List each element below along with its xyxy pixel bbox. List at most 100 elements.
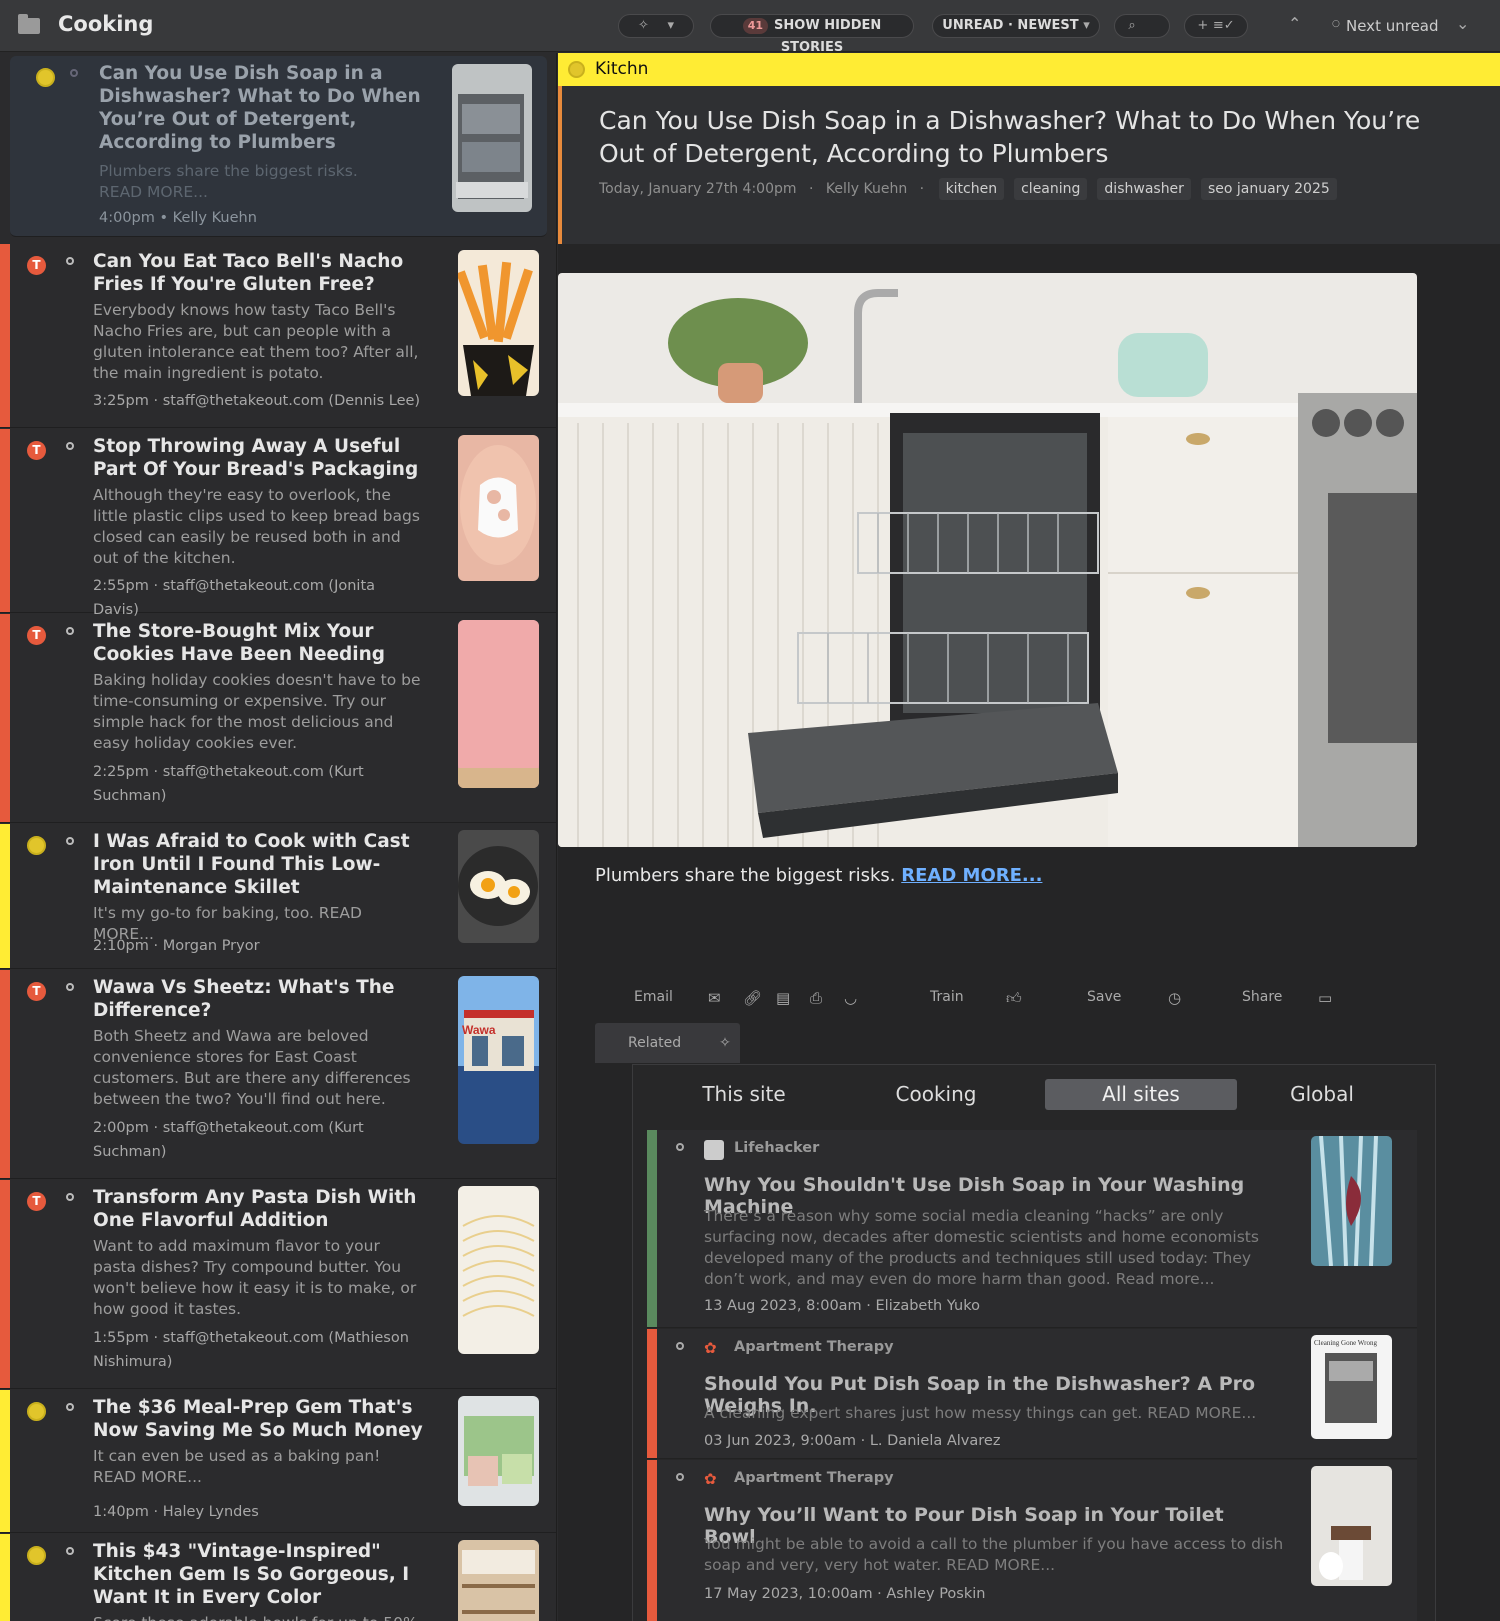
clock-icon[interactable]: ◷ (1168, 989, 1181, 1007)
takeout-icon: T (27, 256, 46, 275)
tab-this-site[interactable]: This site (669, 1079, 819, 1110)
email-label[interactable]: Email (634, 989, 673, 1005)
tag-cleaning[interactable]: cleaning (1014, 178, 1088, 200)
share-label[interactable]: Share (1242, 989, 1282, 1005)
related-meta: 03 Jun 2023, 9:00am · L. Daniela Alvarez (704, 1433, 1001, 1449)
article-date: Today, January 27th 4:00pm (599, 181, 797, 197)
unread-dot (676, 1342, 684, 1350)
story-meta: 2:10pm · Morgan Pryor (93, 938, 260, 954)
takeout-color-bar (0, 244, 10, 427)
takeout-color-bar (0, 614, 10, 822)
story-item[interactable]: T Can You Eat Taco Bell's Nacho Fries If… (0, 244, 556, 428)
story-detail-pane: Kitchn Can You Use Dish Soap in a Dishwa… (558, 53, 1500, 1621)
copy-icon[interactable]: ▤ (776, 989, 790, 1007)
related-meta: 13 Aug 2023, 8:00am · Elizabeth Yuko (704, 1298, 980, 1314)
summary-text: Plumbers share the biggest risks. (595, 865, 896, 886)
print-icon[interactable]: ⎙ (810, 989, 822, 1007)
related-source: Lifehacker (734, 1140, 820, 1156)
kitchn-icon (27, 836, 46, 855)
related-story-item[interactable]: ✿ Apartment Therapy Should You Put Dish … (647, 1329, 1417, 1459)
related-source: Apartment Therapy (734, 1470, 894, 1486)
story-thumbnail (458, 830, 539, 943)
story-item[interactable]: The $36 Meal-Prep Gem That's Now Saving … (0, 1390, 556, 1533)
story-desc: Score these adorable bowls for up to 50%… (93, 1613, 423, 1621)
order-dropdown[interactable]: UNREAD · NEWEST ▾ (932, 14, 1100, 38)
comment-icon[interactable]: ▭ (1318, 989, 1332, 1007)
apartment-therapy-icon: ✿ (704, 1470, 717, 1488)
top-toolbar: Cooking ✧ ▾ 41 SHOW HIDDEN STORIES UNREAD… (0, 0, 1500, 55)
tag-kitchen[interactable]: kitchen (938, 178, 1005, 200)
unread-dot (66, 1403, 74, 1411)
save-label[interactable]: Save (1087, 989, 1121, 1005)
related-tab[interactable]: Related ✧ (595, 1023, 740, 1063)
train-label[interactable]: Train (930, 989, 964, 1005)
unread-dot (66, 1547, 74, 1555)
unread-dot (66, 442, 74, 450)
takeout-color-bar (0, 970, 10, 1178)
related-thumbnail: Cleaning Gone Wrong (1311, 1335, 1392, 1439)
related-story-item[interactable]: ✿ Apartment Therapy Why You’ll Want to P… (647, 1460, 1417, 1621)
link-icon[interactable]: 🔗︎ (743, 989, 762, 1007)
thumbs-up-icon[interactable]: 👍︎ (1006, 989, 1022, 1008)
article-author[interactable]: Kelly Kuehn (826, 181, 907, 197)
story-thumbnail (458, 1396, 539, 1506)
kitchn-icon (27, 1546, 46, 1565)
story-item[interactable]: T The Store-Bought Mix Your Cookies Have… (0, 614, 556, 823)
feed-name: Kitchn (595, 59, 649, 79)
intelligence-filter[interactable]: ✧ ▾ (618, 14, 694, 38)
tag-seo-january-2025[interactable]: seo january 2025 (1200, 178, 1337, 200)
chevron-down-icon[interactable]: ⌄ (1456, 14, 1469, 33)
unread-dot (70, 69, 78, 77)
chevron-down-icon: ▾ (1083, 18, 1090, 33)
story-meta: 1:40pm · Haley Lyndes (93, 1504, 259, 1520)
mark-read-button[interactable]: + ≡✓ (1184, 14, 1248, 38)
article-title[interactable]: Can You Use Dish Soap in a Dishwasher? W… (599, 104, 1449, 170)
story-item[interactable]: This $43 "Vintage-Inspired" Kitchen Gem … (0, 1534, 556, 1621)
takeout-color-bar (0, 429, 10, 612)
wawa-sign: Wawa (462, 1023, 496, 1037)
meta-separator: · (808, 181, 814, 197)
story-title: Wawa Vs Sheetz: What's The Difference? (93, 977, 395, 1021)
apartment-therapy-color-bar (647, 1460, 657, 1621)
story-desc: Although they're easy to overlook, the l… (93, 486, 420, 567)
unread-dot (66, 837, 74, 845)
unread-dot-icon: ○ (1332, 19, 1340, 29)
story-title: Can You Eat Taco Bell's Nacho Fries If Y… (93, 251, 404, 295)
pocket-icon[interactable]: ◡ (844, 989, 857, 1007)
chevron-up-icon[interactable]: ⌃ (1288, 14, 1301, 33)
chevron-down-icon: ▾ (667, 18, 674, 33)
story-title: This $43 "Vintage-Inspired" Kitchen Gem … (93, 1541, 410, 1608)
unread-dot (66, 983, 74, 991)
feed-title: Cooking (58, 12, 154, 36)
story-meta: 4:00pm • Kelly Kuehn (99, 210, 257, 226)
tab-all-sites[interactable]: All sites (1045, 1079, 1237, 1110)
related-desc: There’s a reason why some social media c… (704, 1207, 1259, 1288)
email-icon[interactable]: ✉ (708, 989, 721, 1007)
story-meta: 2:00pm · staff@thetakeout.com (Kurt Such… (93, 1120, 364, 1160)
story-item[interactable]: T Transform Any Pasta Dish With One Flav… (0, 1180, 556, 1389)
unread-dot (676, 1473, 684, 1481)
related-label: Related (628, 1035, 682, 1051)
story-item[interactable]: T Stop Throwing Away A Useful Part Of Yo… (0, 429, 556, 618)
tab-cooking[interactable]: Cooking (861, 1079, 1011, 1110)
search-button[interactable]: ⌕ (1114, 14, 1170, 38)
tag-dishwasher[interactable]: dishwasher (1097, 178, 1191, 200)
tab-global[interactable]: Global (1247, 1079, 1397, 1110)
related-story-item[interactable]: Lifehacker Why You Shouldn't Use Dish So… (647, 1130, 1417, 1328)
takeout-icon: T (27, 626, 46, 645)
story-item[interactable]: I Was Afraid to Cook with Cast Iron Unti… (0, 824, 556, 969)
read-more-link[interactable]: READ MORE... (901, 865, 1042, 886)
show-hidden-stories-button[interactable]: 41 SHOW HIDDEN STORIES (710, 14, 914, 55)
story-item[interactable]: Can You Use Dish Soap in a Dishwasher? W… (10, 56, 547, 237)
next-unread-button[interactable]: Next unread (1346, 17, 1439, 35)
story-title: The Store-Bought Mix Your Cookies Have B… (93, 621, 386, 665)
feed-header-bar[interactable]: Kitchn (558, 53, 1500, 86)
order-label: UNREAD · NEWEST (942, 18, 1079, 33)
story-title: The $36 Meal-Prep Gem That's Now Saving … (93, 1397, 423, 1441)
story-desc: Want to add maximum flavor to your pasta… (93, 1237, 417, 1318)
takeout-icon: T (27, 1192, 46, 1211)
story-title: Can You Use Dish Soap in a Dishwasher? W… (99, 63, 421, 153)
story-thumbnail (458, 620, 539, 788)
story-item[interactable]: T Wawa Vs Sheetz: What's The Difference?… (0, 970, 556, 1179)
kitchn-color-bar (0, 1390, 10, 1532)
